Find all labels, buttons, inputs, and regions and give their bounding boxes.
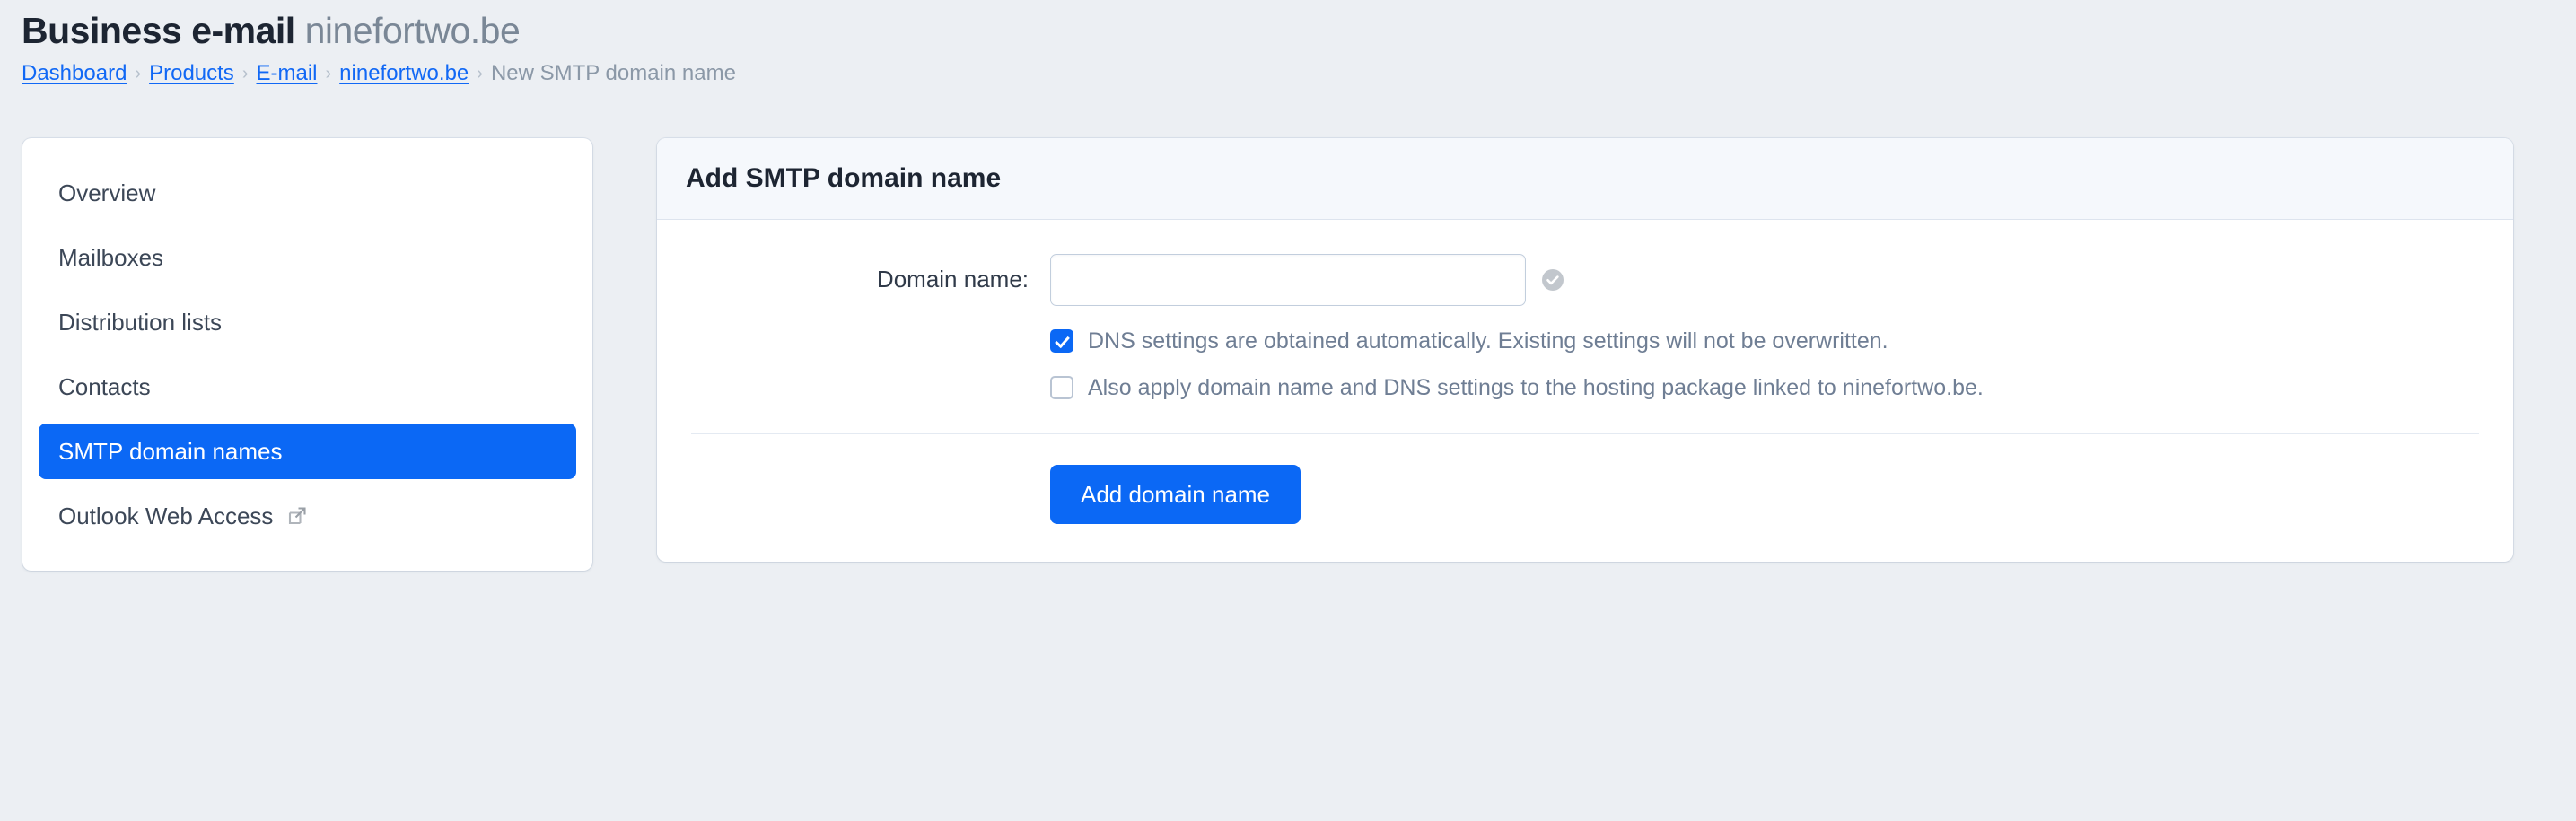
form-actions: Add domain name — [691, 434, 2479, 524]
sidebar-item-label: Contacts — [58, 373, 151, 401]
sidebar-item-label: Mailboxes — [58, 244, 163, 272]
page-title: Business e-mail ninefortwo.be — [22, 13, 2576, 49]
sidebar: Overview Mailboxes Distribution lists Co… — [22, 138, 592, 571]
dns-auto-checkbox-row[interactable]: DNS settings are obtained automatically.… — [1050, 328, 2479, 354]
breadcrumb-item-email[interactable]: E-mail — [256, 63, 317, 84]
sidebar-item-mailboxes[interactable]: Mailboxes — [39, 230, 576, 285]
sidebar-item-label: Distribution lists — [58, 309, 222, 336]
hosting-package-checkbox-label: Also apply domain name and DNS settings … — [1088, 374, 1984, 401]
breadcrumb-separator-icon: › — [326, 65, 332, 83]
domain-name-label: Domain name: — [691, 254, 1050, 304]
hosting-package-checkbox-row[interactable]: Also apply domain name and DNS settings … — [1050, 374, 2479, 401]
page-title-primary: Business e-mail — [22, 10, 295, 51]
page-header: Business e-mail ninefortwo.be Dashboard … — [0, 0, 2576, 84]
content-area: Overview Mailboxes Distribution lists Co… — [0, 138, 2576, 571]
breadcrumb-separator-icon: › — [242, 65, 249, 83]
breadcrumb-separator-icon: › — [477, 65, 483, 83]
domain-name-input[interactable] — [1050, 254, 1526, 306]
card-body: Domain name: DNS settings ar — [657, 220, 2513, 562]
sidebar-item-overview[interactable]: Overview — [39, 165, 576, 221]
page-title-domain: ninefortwo.be — [305, 10, 521, 51]
breadcrumb-item-dashboard[interactable]: Dashboard — [22, 63, 127, 84]
validation-check-icon — [1539, 266, 1566, 293]
card-title: Add SMTP domain name — [686, 165, 2484, 192]
add-smtp-domain-card: Add SMTP domain name Domain name: — [657, 138, 2513, 562]
breadcrumb-item-current: New SMTP domain name — [491, 63, 736, 84]
breadcrumb-item-ninefortwo[interactable]: ninefortwo.be — [339, 63, 469, 84]
breadcrumb-separator-icon: › — [135, 65, 141, 83]
breadcrumb: Dashboard › Products › E-mail › ninefort… — [22, 63, 2576, 84]
card-header: Add SMTP domain name — [657, 138, 2513, 220]
domain-name-form-row: Domain name: DNS settings ar — [691, 254, 2479, 401]
domain-name-control-column: DNS settings are obtained automatically.… — [1050, 254, 2479, 401]
sidebar-item-label: SMTP domain names — [58, 438, 283, 466]
domain-name-input-line — [1050, 254, 2479, 306]
sidebar-item-distribution-lists[interactable]: Distribution lists — [39, 294, 576, 350]
hosting-package-checkbox[interactable] — [1050, 376, 1073, 399]
add-domain-name-button[interactable]: Add domain name — [1050, 465, 1301, 524]
sidebar-item-label: Outlook Web Access — [58, 502, 273, 530]
sidebar-item-smtp-domain-names[interactable]: SMTP domain names — [39, 424, 576, 479]
sidebar-item-contacts[interactable]: Contacts — [39, 359, 576, 415]
sidebar-item-label: Overview — [58, 179, 155, 207]
dns-auto-checkbox[interactable] — [1050, 329, 1073, 353]
dns-auto-checkbox-label: DNS settings are obtained automatically.… — [1088, 328, 1888, 354]
external-link-icon — [287, 506, 307, 526]
sidebar-item-outlook-web-access[interactable]: Outlook Web Access — [39, 488, 576, 544]
breadcrumb-item-products[interactable]: Products — [149, 63, 234, 84]
